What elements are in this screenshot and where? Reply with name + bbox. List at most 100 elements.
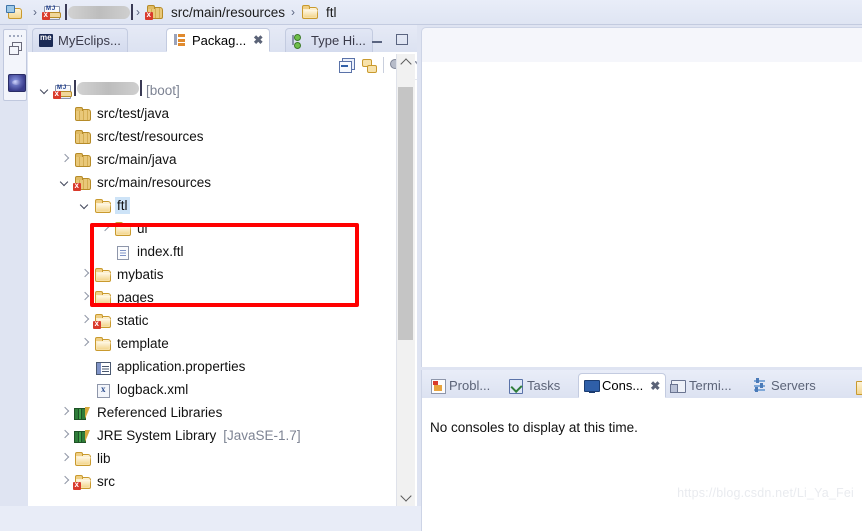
maximize-view-button[interactable] xyxy=(395,33,408,45)
tree-item-label: application.properties xyxy=(117,359,246,374)
expand-arrow-icon[interactable] xyxy=(60,453,71,464)
folder-icon xyxy=(301,4,319,20)
watermark: https://blog.csdn.net/Li_Ya_Fei xyxy=(677,486,854,500)
expand-arrow-icon[interactable] xyxy=(80,292,91,303)
console-tab-label: Termi... xyxy=(689,378,732,393)
close-icon[interactable]: ✖ xyxy=(650,379,660,393)
link-with-editor-icon[interactable] xyxy=(361,57,378,74)
breadcrumb-item-ftl[interactable]: ftl xyxy=(299,0,339,25)
tree-item-label: logback.xml xyxy=(117,382,189,397)
tree-item[interactable]: lib xyxy=(28,447,402,470)
overflow-tab-icon[interactable] xyxy=(856,381,862,395)
tab-label: Packag... xyxy=(192,32,247,48)
breadcrumb-project-name-redacted xyxy=(65,3,133,20)
scrollbar-thumb[interactable] xyxy=(398,87,413,340)
console-tab-termi[interactable]: Termi... xyxy=(666,373,748,398)
scroll-down-icon[interactable] xyxy=(397,489,414,506)
tree-item-label: Referenced Libraries xyxy=(97,405,223,420)
console-tab-label: Tasks xyxy=(527,378,561,393)
tree-item[interactable]: JRE System Library [JavaSE-1.7] xyxy=(28,424,402,447)
tree-item-label: src xyxy=(97,474,115,489)
tab-label: MyEclips... xyxy=(58,33,121,48)
expand-arrow-icon[interactable] xyxy=(100,223,111,234)
console-tab-cons[interactable]: Cons... ✖ xyxy=(578,373,666,398)
tree-item[interactable]: [boot] xyxy=(28,79,402,102)
breadcrumb-root-icon[interactable] xyxy=(4,0,29,25)
tree-item[interactable]: src/test/resources xyxy=(28,125,402,148)
console-tab-probl[interactable]: Probl... xyxy=(426,373,504,398)
library-icon xyxy=(74,405,91,421)
expand-arrow-icon[interactable] xyxy=(80,338,91,349)
tree-item[interactable]: ui xyxy=(28,217,402,240)
tab-package-explorer[interactable]: Packag... ✖ xyxy=(166,28,271,52)
tree-item-label: lib xyxy=(97,451,111,466)
breadcrumb-separator: › xyxy=(33,5,37,19)
tree-item[interactable]: src/main/resources xyxy=(28,171,402,194)
console-tab-label: Probl... xyxy=(449,378,491,393)
console-tab-tasks[interactable]: Tasks xyxy=(504,373,578,398)
restore-icon[interactable] xyxy=(9,42,22,55)
collapse-all-icon[interactable] xyxy=(338,57,355,74)
console-body[interactable]: No consoles to display at this time. xyxy=(422,398,862,531)
expand-arrow-icon[interactable] xyxy=(60,407,71,418)
tree-item-label: template xyxy=(117,336,169,351)
tree-item[interactable]: ftl xyxy=(28,194,402,217)
tasks-icon xyxy=(509,378,523,394)
tree-item-label: src/main/resources xyxy=(97,175,212,190)
collapse-arrow-icon[interactable] xyxy=(60,177,71,188)
tree-item[interactable]: logback.xml xyxy=(28,378,402,401)
tree-scrollbar[interactable] xyxy=(396,54,415,506)
tree-item[interactable]: pages xyxy=(28,286,402,309)
tree-item-suffix: [boot] xyxy=(146,83,180,98)
console-view: Probl... Tasks Cons... ✖ Termi... Servers No … xyxy=(421,370,862,531)
fast-view-stack[interactable] xyxy=(3,29,27,101)
type-hierarchy-icon xyxy=(292,33,306,49)
breadcrumb-item-project[interactable] xyxy=(41,0,133,25)
tab-myeclipse-configuration[interactable]: MyEclips... xyxy=(32,28,128,52)
tree-item[interactable]: application.properties xyxy=(28,355,402,378)
expand-arrow-icon[interactable] xyxy=(60,154,71,165)
scroll-up-icon[interactable] xyxy=(397,54,414,71)
tree-item[interactable]: src/test/java xyxy=(28,102,402,125)
tree-item-label: ui xyxy=(137,221,148,236)
console-tab-bar: Probl... Tasks Cons... ✖ Termi... Servers xyxy=(422,370,862,398)
tree-item-label: JRE System Library xyxy=(97,428,217,443)
source-folder-icon xyxy=(74,106,91,122)
minimize-view-button[interactable] xyxy=(371,33,384,45)
breadcrumb-label: ftl xyxy=(326,4,337,20)
file-icon xyxy=(114,244,131,260)
expand-arrow-icon[interactable] xyxy=(60,476,71,487)
tree-item[interactable]: template xyxy=(28,332,402,355)
tree-item-label: static xyxy=(117,313,149,328)
tree-item[interactable]: src/main/java xyxy=(28,148,402,171)
drag-handle-dots[interactable] xyxy=(8,34,22,37)
expand-arrow-icon[interactable] xyxy=(60,430,71,441)
project-tree[interactable]: [boot] src/test/java src/test/resources src… xyxy=(28,79,402,506)
close-icon[interactable]: ✖ xyxy=(253,33,263,47)
tree-item[interactable]: mybatis xyxy=(28,263,402,286)
breadcrumb-item-src-main-resources[interactable]: src/main/resources xyxy=(144,0,287,25)
console-tab-label: Cons... xyxy=(602,378,644,393)
fast-view-bar[interactable] xyxy=(0,25,28,506)
view-tab-bar: MyEclips... Packag... ✖ Type Hi... xyxy=(28,25,417,52)
folder-icon xyxy=(74,451,91,467)
tree-item-label: src/main/java xyxy=(97,152,177,167)
collapse-arrow-icon[interactable] xyxy=(80,200,91,211)
properties-file-icon xyxy=(94,359,111,375)
breadcrumb[interactable]: › › src/main/resources › ftl xyxy=(0,0,862,25)
tree-item[interactable]: static xyxy=(28,309,402,332)
expand-arrow-icon[interactable] xyxy=(80,269,91,280)
myeclipse-perspective-icon[interactable] xyxy=(8,74,26,92)
editor-area: Probl... Tasks Cons... ✖ Termi... Servers No … xyxy=(417,25,862,531)
tree-item[interactable]: index.ftl xyxy=(28,240,402,263)
tab-type-hierarchy[interactable]: Type Hi... xyxy=(285,28,373,52)
console-tab-servers[interactable]: Servers xyxy=(748,373,828,398)
problems-icon xyxy=(431,378,446,394)
collapse-arrow-icon[interactable] xyxy=(40,85,51,96)
tree-item[interactable]: Referenced Libraries xyxy=(28,401,402,424)
tree-item[interactable]: src xyxy=(28,470,402,493)
expand-arrow-icon[interactable] xyxy=(80,315,91,326)
